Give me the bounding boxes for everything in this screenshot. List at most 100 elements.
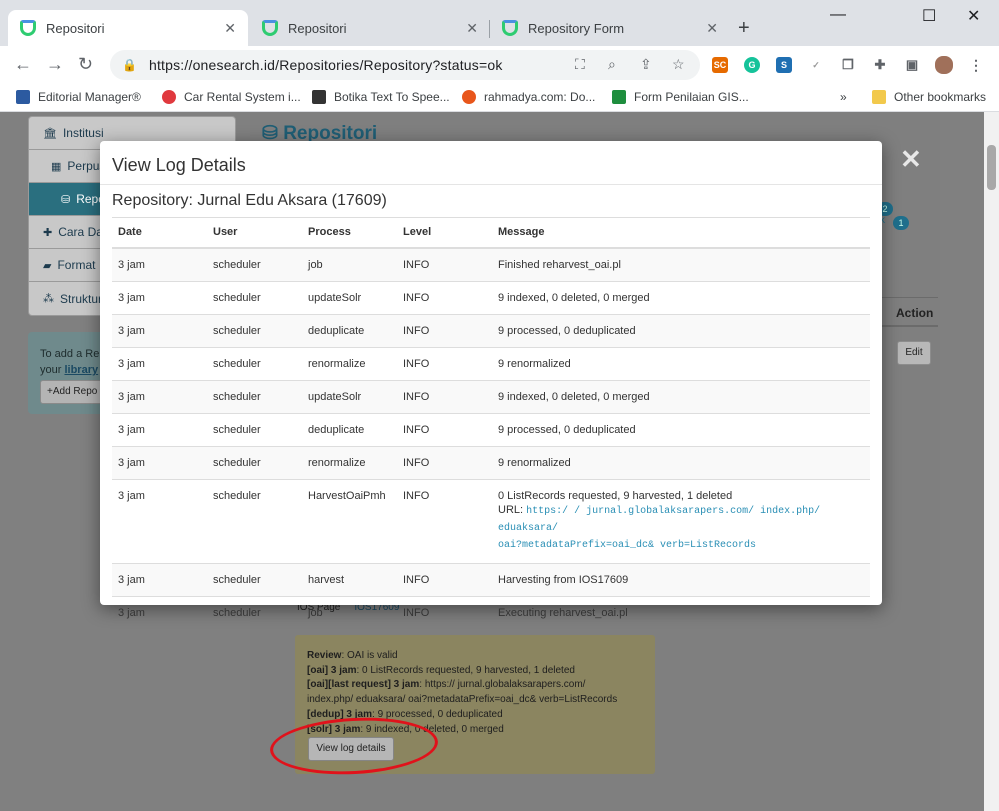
log-url-row: URL: https:/ / jurnal.globalaksarapers.c… [498, 503, 864, 537]
harvest-url-link[interactable]: https:/ / jurnal.globalaksarapers.com/ i… [498, 506, 820, 534]
bookmarks-overflow-icon[interactable]: » [840, 90, 847, 104]
scrollbar-thumb[interactable] [987, 145, 996, 190]
review-line: index.php/ eduaksara/ oai?metadataPrefix… [307, 694, 618, 706]
zoom-out-icon[interactable]: ⌕ [608, 56, 616, 73]
bookmark-item[interactable]: Form Penilaian GIS... [612, 90, 749, 104]
tab-title: Repository Form [528, 20, 625, 36]
extension-sc-icon[interactable]: SC [712, 57, 728, 73]
log-table: Date User Process Level Message 3 jam sc… [112, 217, 870, 629]
add-repo-button[interactable]: +Add Repo [40, 380, 105, 404]
bookmark-label: Car Rental System i... [184, 90, 301, 104]
check-extension-icon[interactable]: ✓ [808, 57, 824, 73]
table-row: 3 jam scheduler HarvestOaiPmh INFO 0 Lis… [112, 478, 870, 563]
bank-icon: 🏛 [43, 127, 57, 140]
log-level: INFO [397, 313, 492, 347]
bookmarks-bar: Editorial Manager® Car Rental System i..… [0, 84, 999, 112]
log-process: updateSolr [302, 379, 397, 413]
log-message: 9 renormalized [492, 346, 870, 380]
log-process: HarvestOaiPmh [302, 478, 397, 563]
browser-tab-repositori[interactable]: Repositori ✕ [8, 10, 248, 46]
log-message: 9 processed, 0 deduplicated [492, 313, 870, 347]
log-message: Finished reharvest_oai.pl [492, 247, 870, 281]
star-bookmark-icon[interactable]: ☆ [672, 56, 685, 73]
share-icon[interactable]: ⇪ [640, 56, 652, 73]
bookmark-favicon-icon [462, 90, 476, 104]
log-process: renormalize [302, 445, 397, 479]
page-scrollbar[interactable] [984, 112, 999, 811]
log-process: renormalize [302, 346, 397, 380]
review-label: Review [307, 650, 342, 661]
copy-extension-icon[interactable]: ❐ [840, 57, 856, 73]
log-process: deduplicate [302, 313, 397, 347]
bookmark-item[interactable]: Car Rental System i... [162, 90, 301, 104]
close-tab-icon[interactable]: ✕ [224, 20, 236, 37]
column-header-date: Date [112, 217, 207, 249]
sidepanel-icon[interactable]: ▣ [904, 57, 920, 73]
review-label: [oai][last request] 3 jam [307, 679, 420, 691]
onesearch-favicon-icon [20, 20, 36, 36]
edit-button[interactable]: Edit [897, 341, 931, 365]
table-row: 3 jam scheduler deduplicate INFO 9 proce… [112, 313, 870, 347]
log-user: scheduler [207, 379, 302, 413]
profile-avatar[interactable] [935, 56, 953, 74]
log-user: scheduler [207, 280, 302, 314]
bookmark-label: Form Penilaian GIS... [634, 90, 749, 104]
reload-icon[interactable]: ↻ [78, 54, 93, 75]
tab-title: Repositori [288, 20, 347, 36]
log-level: INFO [397, 247, 492, 281]
log-level: INFO [397, 280, 492, 314]
plus-icon: ✚ [43, 226, 53, 239]
lock-icon: 🔒 [122, 58, 137, 72]
log-user: scheduler [207, 247, 302, 281]
log-process: updateSolr [302, 280, 397, 314]
log-message: 9 indexed, 0 deleted, 0 merged [492, 379, 870, 413]
translate-icon[interactable]: ⛶ [575, 56, 585, 73]
modal-close-icon[interactable]: ✕ [900, 144, 922, 175]
bookmark-item[interactable]: Editorial Manager® [16, 90, 141, 104]
back-arrow-icon[interactable]: ← [14, 54, 32, 75]
bookmark-label: rahmadya.com: Do... [484, 90, 596, 104]
close-tab-icon[interactable]: ✕ [466, 20, 478, 37]
log-process: job [302, 595, 397, 629]
log-date: 3 jam [112, 412, 207, 446]
bookmark-favicon-icon [162, 90, 176, 104]
bookmark-item[interactable]: rahmadya.com: Do... [462, 90, 595, 104]
kebab-menu-icon[interactable]: ⋮ [968, 57, 984, 73]
puzzle-extensions-icon[interactable]: ✚ [872, 57, 888, 73]
log-message: 9 renormalized [492, 445, 870, 479]
close-tab-icon[interactable]: ✕ [706, 20, 718, 37]
grammarly-icon[interactable]: G [744, 57, 760, 73]
close-window-icon[interactable]: ✕ [967, 6, 980, 26]
sidebar-item-label: Struktur [60, 291, 103, 306]
log-user: scheduler [207, 412, 302, 446]
log-process: job [302, 247, 397, 281]
table-row: 3 jam scheduler deduplicate INFO 9 proce… [112, 412, 870, 446]
extension-s-icon[interactable]: S [776, 57, 792, 73]
bookmark-item[interactable]: Botika Text To Spee... [312, 90, 450, 104]
minimize-icon[interactable]: — [830, 6, 846, 24]
log-message: 9 processed, 0 deduplicated [492, 412, 870, 446]
column-header-user: User [207, 217, 302, 249]
other-bookmarks[interactable]: Other bookmarks [872, 90, 986, 104]
forward-arrow-icon[interactable]: → [46, 54, 64, 75]
log-user: scheduler [207, 562, 302, 596]
table-row: 3 jam scheduler updateSolr INFO 9 indexe… [112, 379, 870, 413]
log-process: deduplicate [302, 412, 397, 446]
maximize-icon[interactable]: ☐ [922, 6, 936, 26]
building-icon: ▦ [51, 160, 62, 173]
table-row: 3 jam scheduler harvest INFO Harvesting … [112, 562, 870, 596]
log-user: scheduler [207, 478, 302, 563]
review-text: : OAI is valid [341, 650, 398, 661]
browser-tab-repositori-2[interactable]: Repositori ✕ [250, 10, 490, 46]
table-row: 3 jam scheduler renormalize INFO 9 renor… [112, 346, 870, 380]
column-header-process: Process [302, 217, 397, 249]
new-tab-button[interactable]: + [738, 17, 750, 40]
table-row: 3 jam scheduler job INFO Finished reharv… [112, 247, 870, 281]
url-label: URL: [498, 503, 524, 516]
browser-tab-repository-form[interactable]: Repository Form ✕ [490, 10, 730, 46]
browser-toolbar: ← → ↻ 🔒 https://onesearch.id/Repositorie… [0, 46, 999, 84]
review-text: : 0 ListRecords requested, 9 harvested, … [356, 664, 575, 676]
harvest-url-link-cont[interactable]: oai?metadataPrefix=oai_dc& verb=ListReco… [498, 537, 864, 554]
library-link[interactable]: library [64, 364, 98, 376]
log-user: scheduler [207, 595, 302, 629]
